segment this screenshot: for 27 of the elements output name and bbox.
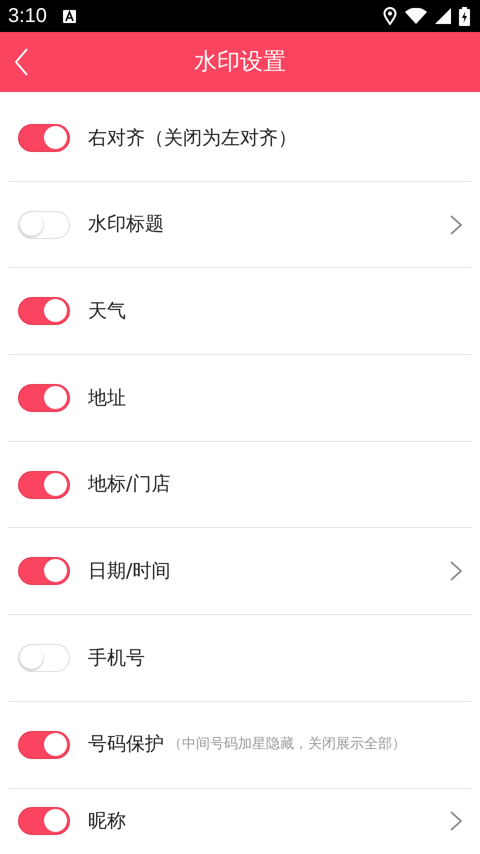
toggle-switch[interactable] <box>18 807 70 836</box>
page-title: 水印设置 <box>194 48 286 77</box>
setting-label: 右对齐（关闭为左对齐） <box>88 126 297 151</box>
toggle-switch[interactable] <box>18 124 70 152</box>
setting-label: 地标/门店 <box>88 472 170 498</box>
toggle-switch[interactable] <box>18 470 70 499</box>
setting-label: 日期/时间 <box>88 559 170 584</box>
setting-label: 天气 <box>88 298 126 324</box>
toggle-switch[interactable] <box>18 384 70 412</box>
toggle-switch[interactable] <box>18 557 70 586</box>
battery-icon <box>459 6 470 26</box>
setting-label: 号码保护 <box>88 732 164 758</box>
location-icon <box>383 7 397 25</box>
chevron-right-icon[interactable] <box>450 214 462 235</box>
setting-hint: （中间号码加星隐藏，关闭展示全部） <box>168 735 406 754</box>
setting-label: 地址 <box>88 386 126 411</box>
setting-label: 水印标题 <box>88 212 164 238</box>
wifi-icon <box>405 8 427 24</box>
toggle-switch[interactable] <box>18 297 70 326</box>
chevron-right-icon[interactable] <box>450 561 462 582</box>
notification-icon <box>62 10 76 22</box>
status-time: 3:10 <box>8 4 47 29</box>
chevron-right-icon[interactable] <box>450 811 462 832</box>
toggle-switch[interactable] <box>18 730 70 759</box>
signal-icon <box>435 8 451 24</box>
setting-label: 昵称 <box>88 809 126 834</box>
setting-label: 手机号 <box>88 646 145 671</box>
